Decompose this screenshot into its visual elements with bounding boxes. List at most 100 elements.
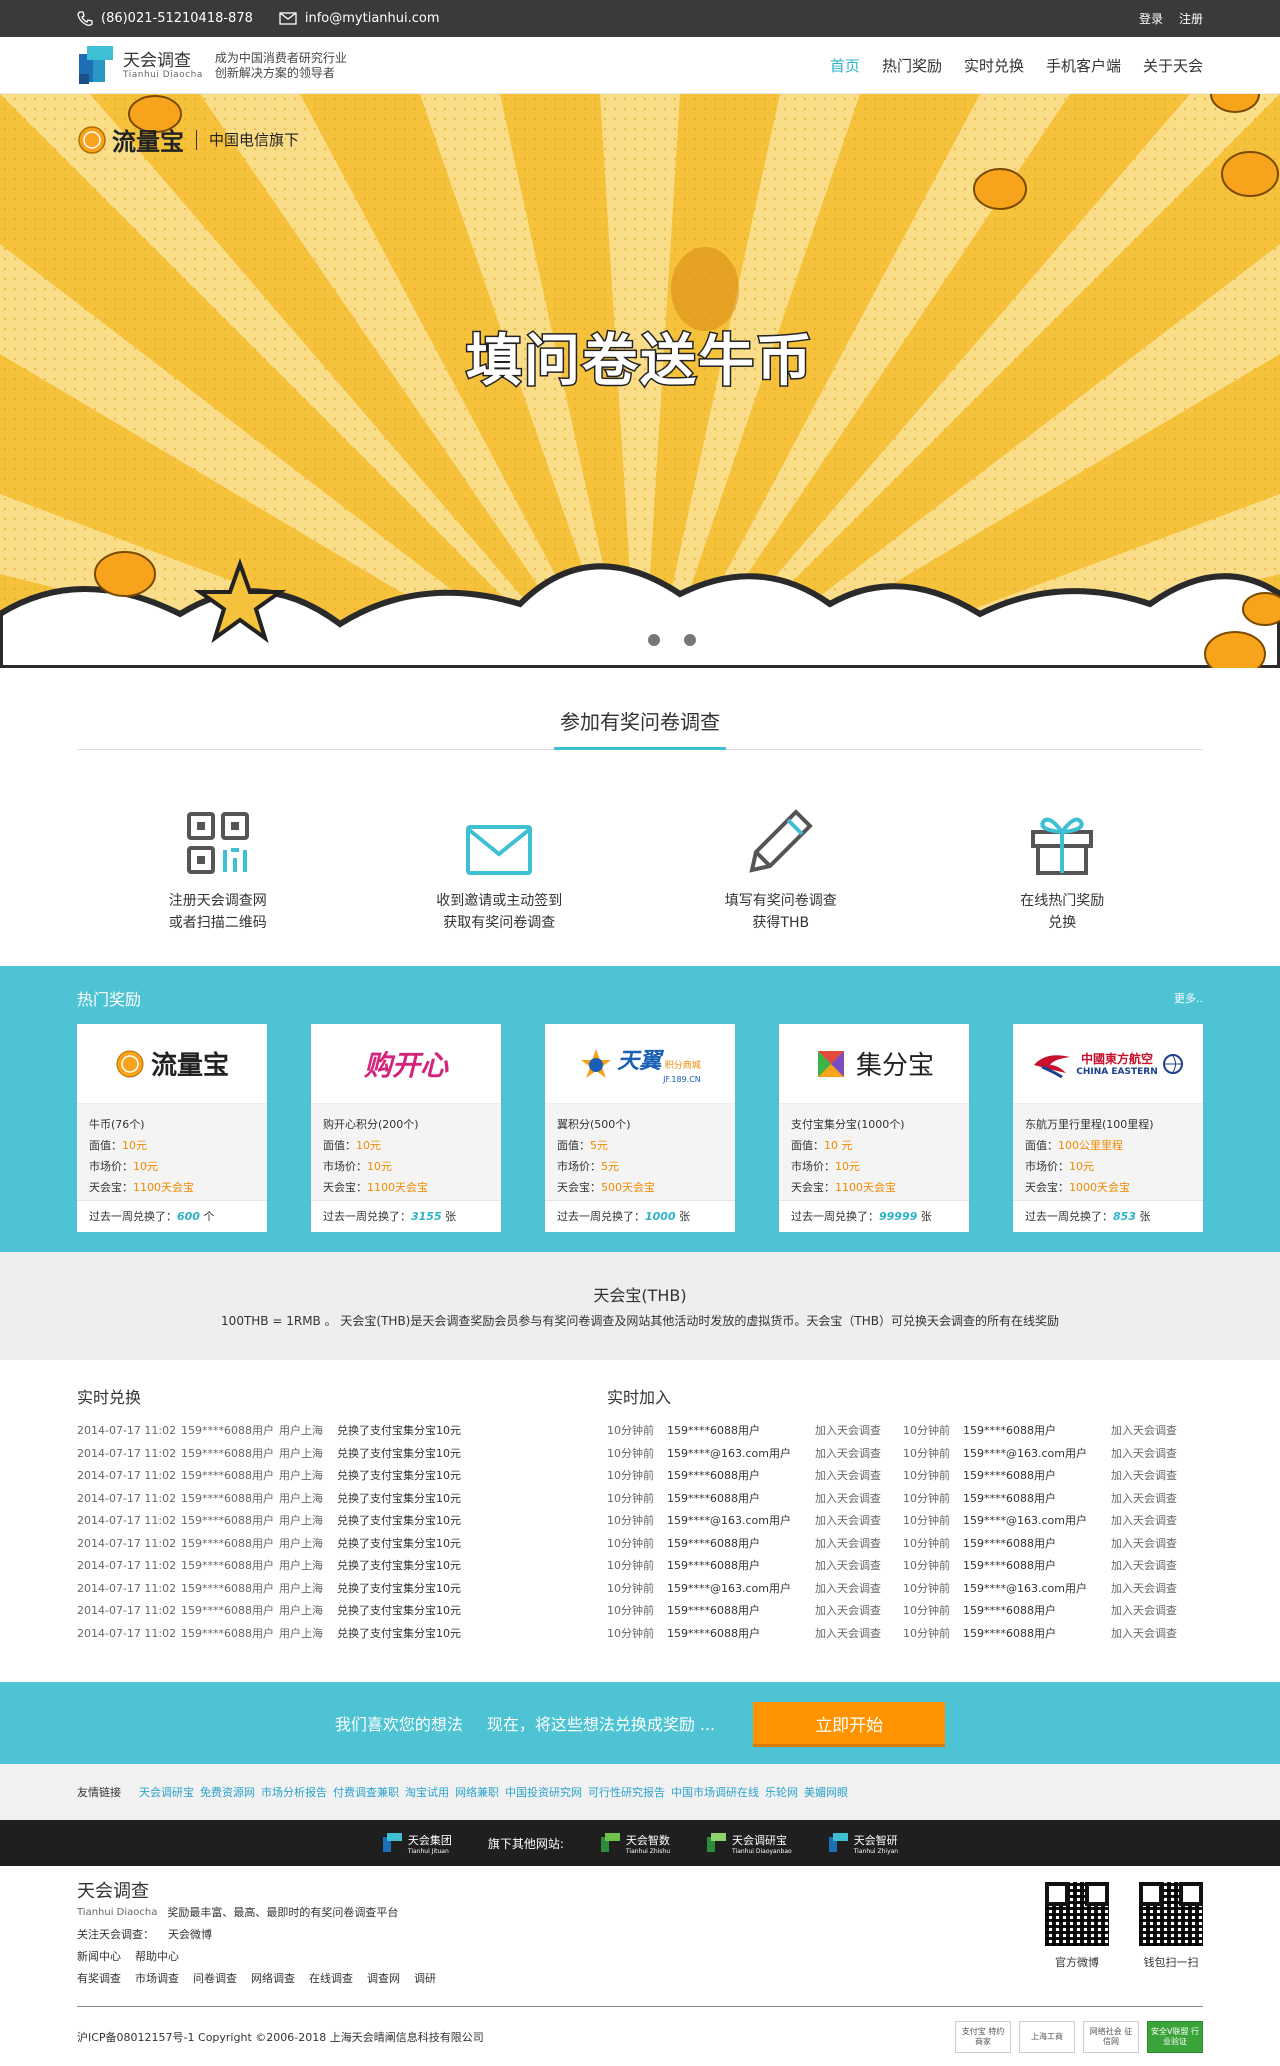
reward-thb-price: 1100天会宝 — [133, 1181, 194, 1194]
footer-link[interactable]: 有奖调查 — [77, 1968, 121, 1990]
join-a1: 加入天会调查 — [815, 1469, 881, 1482]
security-verify-badge[interactable]: 安全V联盟 行业验证 — [1147, 2020, 1203, 2053]
reward-brand: 流量宝 — [150, 1051, 229, 1081]
join-u2: 159****6088用户 — [963, 1604, 1056, 1617]
site-tianhui-group[interactable]: 天会集团 Tianhui Jituan — [382, 1832, 452, 1855]
site-tianhui-zhiyan[interactable]: 天会智研 Tianhui Zhiyan — [828, 1832, 898, 1855]
reward-logo: 中國東方航空 CHINA EASTERN — [1013, 1024, 1203, 1104]
credit-network-badge[interactable]: 网络社会 征信网 — [1083, 2020, 1139, 2053]
hot-rewards-more-link[interactable]: 更多.. — [1174, 990, 1203, 1010]
nav-live-exchange[interactable]: 实时兑换 — [964, 55, 1024, 76]
reward-face-value: 100公里里程 — [1058, 1139, 1123, 1152]
email-contact[interactable]: info@mytianhui.com — [279, 11, 440, 26]
qr-code-icon — [186, 812, 249, 874]
exchange-time: 2014-07-17 11:02 — [77, 1626, 177, 1640]
cta-text-2: 现在，将这些想法兑换成奖励 ... — [486, 1715, 716, 1734]
join-row: 10分钟前 159****6088用户 加入天会调查 10分钟前 159****6088… — [607, 1420, 1203, 1443]
slogan-line-1: 成为中国消费者研究行业 — [214, 50, 347, 65]
shanghai-commerce-badge[interactable]: 上海工商 — [1019, 2020, 1075, 2053]
friend-link[interactable]: 美媚网眼 — [804, 1784, 848, 1800]
friend-link[interactable]: 付费调查兼职 — [333, 1784, 399, 1800]
nav-about[interactable]: 关于天会 — [1143, 55, 1203, 76]
wallet-qr-code — [1139, 1882, 1203, 1946]
site-tianhui-zhishu[interactable]: 天会智数 Tianhui Zhishu — [600, 1832, 670, 1855]
friend-link[interactable]: 市场分析报告 — [261, 1784, 327, 1800]
tianyi-logo-text: 天翼 — [617, 1049, 662, 1074]
join-t1: 10分钟前 — [607, 1581, 654, 1595]
friend-link[interactable]: 中国市场调研在线 — [671, 1784, 759, 1800]
email-address: info@mytianhui.com — [304, 11, 440, 26]
footer-link[interactable]: 问卷调查 — [193, 1968, 237, 1990]
exchange-time: 2014-07-17 11:02 — [77, 1536, 177, 1550]
exchange-action: 兑换了支付宝集分宝10元 — [337, 1581, 461, 1595]
friend-link[interactable]: 免费资源网 — [200, 1784, 255, 1800]
join-a2: 加入天会调查 — [1111, 1514, 1177, 1527]
footer-weibo-link[interactable]: 天会微博 — [168, 1924, 212, 1946]
exchange-action: 兑换了支付宝集分宝10元 — [337, 1469, 461, 1482]
reward-card-goukaixin[interactable]: 购开心 购开心积分(200个) 面值：10元 市场价：10元 天会宝：1100天… — [311, 1024, 501, 1232]
footer-link[interactable]: 在线调查 — [309, 1968, 353, 1990]
cta-strip: 我们喜欢您的想法 现在，将这些想法兑换成奖励 ... 立即开始 — [0, 1682, 1280, 1764]
carousel-dot-3[interactable] — [684, 634, 696, 646]
reward-logo: 天翼 积分商城 JF.189.CN — [545, 1024, 735, 1104]
exchange-row: 2014-07-17 11:02 159****6088用户 用户上海 兑换了支付宝集… — [77, 1510, 607, 1533]
footer-link[interactable]: 市场调查 — [135, 1968, 179, 1990]
thb-description: 100THB = 1RMB 。 天会宝(THB)是天会调查奖励会员参与有奖问卷调… — [221, 1314, 1059, 1328]
other-sites-bar: 天会集团 Tianhui Jituan 旗下其他网站: 天会智数 Tianhui Z… — [0, 1820, 1280, 1866]
join-t1: 10分钟前 — [607, 1536, 654, 1550]
join-t2: 10分钟前 — [903, 1469, 950, 1482]
step-invite: 收到邀请或主动签到 获取有奖问卷调查 — [399, 808, 599, 934]
hero-banner[interactable]: 流量宝 中国电信旗下 填问卷送牛币 — [0, 94, 1280, 668]
reward-card-china-eastern[interactable]: 中國東方航空 CHINA EASTERN 东航万里行里程(100里程) 面值：1… — [1013, 1024, 1203, 1232]
reward-card-liuliangbao[interactable]: 流量宝 牛币(76个) 面值：10元 市场价：10元 天会宝：1100天会宝 过… — [77, 1024, 267, 1232]
reward-card-tianyi[interactable]: 天翼 积分商城 JF.189.CN 翼积分(500个) 面值：5元 市场价：5元… — [545, 1024, 735, 1232]
carousel-dot-2[interactable] — [648, 634, 660, 646]
nav-mobile-client[interactable]: 手机客户端 — [1046, 55, 1121, 76]
join-u1: 159****@163.com用户 — [667, 1514, 791, 1527]
site-logo[interactable]: 天会调查 Tianhui Diaocha — [77, 44, 203, 88]
friend-link[interactable]: 可行性研究报告 — [588, 1784, 665, 1800]
site-tianhui-diaoyanbao[interactable]: 天会调研宝 Tianhui Diaoyanbao — [706, 1832, 792, 1855]
join-row: 10分钟前 159****@163.com用户 加入天会调查 10分钟前 159****… — [607, 1510, 1203, 1533]
reward-thb-price: 1100天会宝 — [367, 1181, 428, 1194]
nav-hot-rewards[interactable]: 热门奖励 — [882, 55, 942, 76]
exchange-action: 兑换了支付宝集分宝10元 — [337, 1559, 461, 1572]
reward-week-count: 600 — [177, 1210, 200, 1223]
tianhui-zhishu-logo-icon — [600, 1833, 620, 1852]
friend-link[interactable]: 乐轮网 — [765, 1784, 798, 1800]
carousel-dot-1[interactable] — [584, 634, 624, 646]
join-a1: 加入天会调查 — [815, 1581, 881, 1595]
thb-explainer: 天会宝(THB) 100THB = 1RMB 。 天会宝(THB)是天会调查奖励… — [0, 1252, 1280, 1360]
footer-link[interactable]: 调研 — [414, 1968, 436, 1990]
reward-week-count: 3155 — [411, 1210, 442, 1223]
exchange-user: 159****6088用户 — [181, 1514, 274, 1527]
how-it-works: 参加有奖问卷调查 注册天会调查网 或者扫描二维码 收到邀请或主动签到 获取有奖问… — [0, 668, 1280, 966]
friend-link[interactable]: 中国投资研究网 — [505, 1784, 582, 1800]
join-row: 10分钟前 159****@163.com用户 加入天会调查 10分钟前 159****… — [607, 1578, 1203, 1601]
step-fill-line2: 获得THB — [752, 915, 810, 931]
alipay-badge[interactable]: 支付宝 特约商家 — [955, 2020, 1011, 2053]
realtime-join-title: 实时加入 — [607, 1388, 672, 1407]
friend-link[interactable]: 网络兼职 — [455, 1784, 499, 1800]
footer-link[interactable]: 调查网 — [367, 1968, 400, 1990]
step-fill-line1: 填写有奖问卷调查 — [724, 893, 837, 909]
start-now-button[interactable]: 立即开始 — [753, 1702, 946, 1744]
exchange-user: 159****6088用户 — [181, 1469, 274, 1482]
footer-link[interactable]: 网络调查 — [251, 1968, 295, 1990]
footer-link[interactable]: 帮助中心 — [135, 1946, 179, 1968]
reward-card-jifenbao[interactable]: 集分宝 支付宝集分宝(1000个) 面值：10 元 市场价：10元 天会宝：11… — [779, 1024, 969, 1232]
login-link[interactable]: 登录 — [1139, 10, 1163, 27]
nav-home[interactable]: 首页 — [830, 55, 860, 76]
reward-thb-price: 500天会宝 — [601, 1181, 655, 1194]
exchange-user: 159****6088用户 — [181, 1536, 274, 1550]
reward-thb-price: 1000天会宝 — [1069, 1181, 1130, 1194]
join-t2: 10分钟前 — [903, 1536, 950, 1550]
friend-link[interactable]: 淘宝试用 — [405, 1784, 449, 1800]
join-t1: 10分钟前 — [607, 1514, 654, 1527]
footer-link[interactable]: 新闻中心 — [77, 1946, 121, 1968]
gift-icon — [1031, 817, 1094, 875]
register-link[interactable]: 注册 — [1179, 10, 1203, 27]
exchange-row: 2014-07-17 11:02 159****6088用户 用户上海 兑换了支付宝集… — [77, 1600, 607, 1623]
step-register-line2: 或者扫描二维码 — [168, 915, 267, 931]
friend-link[interactable]: 天会调研宝 — [139, 1784, 194, 1800]
